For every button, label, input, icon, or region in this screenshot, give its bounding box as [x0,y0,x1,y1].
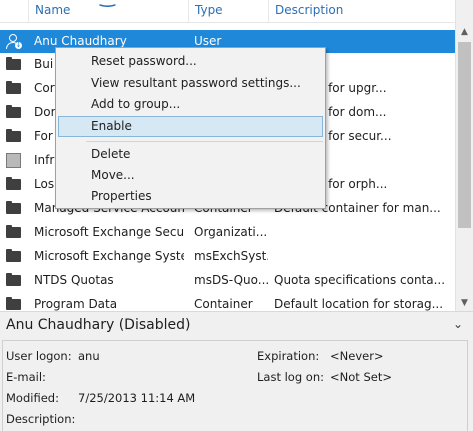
details-title: Anu Chaudhary (Disabled) [6,317,191,333]
modified-label: Modified: [6,391,59,405]
user-logon-label: User logon: [6,349,72,363]
column-description[interactable]: Description [268,0,428,22]
scroll-down-icon[interactable]: ▼ [456,295,473,311]
folder-icon [6,177,22,191]
expiration-value: <Never> [330,349,384,363]
details-box: User logon: anu Expiration: <Never> E-ma… [2,340,468,431]
item-name: NTDS Quotas [34,273,114,287]
context-menu: Reset password... View resultant passwor… [55,47,326,209]
folder-icon [6,249,22,263]
menu-separator [86,141,323,142]
folder-icon [6,81,22,95]
item-type: Organizati... [194,225,268,239]
menu-item-enable[interactable]: Enable [58,116,323,137]
list-item[interactable]: Program Data Container Default location … [0,293,455,311]
item-description: Quota specifications conta... [274,273,446,287]
scroll-up-icon[interactable]: ▲ [456,24,473,40]
folder-icon [6,201,22,215]
description-label: Description: [6,412,76,426]
item-name: Microsoft Exchange Syste... [34,249,184,263]
item-type: Container [194,297,253,311]
chevron-down-icon[interactable]: ⌄ [451,317,465,331]
menu-item-view-password-settings[interactable]: View resultant password settings... [58,73,323,94]
list-item[interactable]: NTDS Quotas msDS-Quo... Quota specificat… [0,269,455,292]
last-logon-value: <Not Set> [330,370,392,384]
item-description: Default location for storag... [274,297,444,311]
column-name[interactable]: Name [28,0,188,22]
column-header: ‿ Name Type Description [0,0,455,23]
expiration-label: Expiration: [257,349,320,363]
user-disabled-icon: ↓ [6,34,22,49]
item-type: msDS-Quo... [194,273,268,287]
folder-icon [6,273,22,287]
last-logon-label: Last log on: [257,370,324,384]
item-name: Microsoft Exchange Securi... [34,225,184,239]
item-name: Program Data [34,297,118,311]
menu-item-properties[interactable]: Properties [58,186,323,207]
email-label: E-mail: [6,370,46,384]
scroll-thumb[interactable] [458,42,471,228]
folder-icon [6,225,22,239]
menu-item-reset-password[interactable]: Reset password... [58,51,323,72]
modified-value: 7/25/2013 11:14 AM [78,391,196,405]
details-panel: User logon: anu Expiration: <Never> E-ma… [0,338,473,431]
menu-item-add-to-group[interactable]: Add to group... [58,94,323,115]
item-type: msExchSyst... [194,249,268,263]
folder-icon [6,57,22,71]
box-icon [6,153,22,168]
user-logon-value: anu [78,349,100,363]
menu-item-move[interactable]: Move... [58,165,323,186]
vertical-scrollbar[interactable]: ▲ ▼ [455,0,473,311]
folder-icon [6,297,22,311]
list-item[interactable]: Microsoft Exchange Syste... msExchSyst..… [0,245,455,268]
folder-icon [6,129,22,143]
folder-icon [6,105,22,119]
list-item[interactable]: Microsoft Exchange Securi... Organizati.… [0,221,455,244]
menu-item-delete[interactable]: Delete [58,144,323,165]
details-header[interactable]: Anu Chaudhary (Disabled) ⌄ [0,311,473,338]
column-type[interactable]: Type [188,0,268,22]
